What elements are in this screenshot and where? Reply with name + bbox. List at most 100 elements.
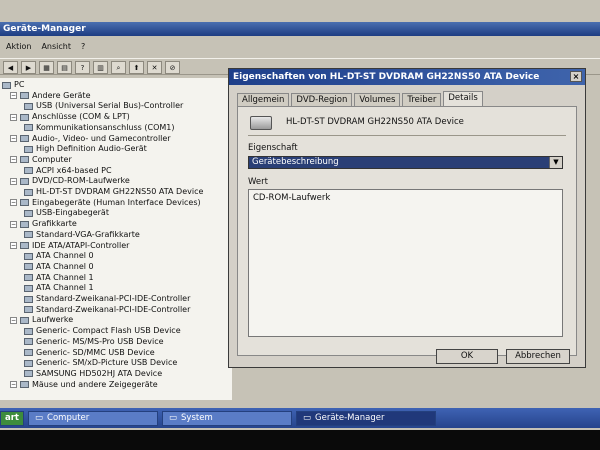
tree-item-label: PC <box>14 80 25 89</box>
tree-device-item[interactable]: ATA Channel 1 <box>24 273 94 283</box>
tree-device-item[interactable]: Generic- SD/MMC USB Device <box>24 348 155 358</box>
tree-item-label: Audio-, Video- und Gamecontroller <box>32 133 171 143</box>
tree-category-item[interactable]: − Laufwerke <box>10 315 73 325</box>
expand-toggle-icon[interactable]: − <box>10 113 17 121</box>
menu-item-aktion[interactable]: Aktion <box>6 40 31 54</box>
back-icon[interactable]: ◀ <box>3 61 18 74</box>
tab-volumes[interactable]: Volumes <box>354 93 401 107</box>
tree-category-item[interactable]: − Mäuse und andere Zeigegeräte <box>10 380 158 390</box>
disable-icon[interactable]: ⊘ <box>165 61 180 74</box>
taskbar-item-label: Geräte-Manager <box>315 412 385 423</box>
device-icon <box>24 252 33 260</box>
tree-device-item[interactable]: SAMSUNG HD502HJ ATA Device <box>24 369 162 379</box>
tree-device-item[interactable]: Standard-Zweikanal-PCI-IDE-Controller <box>24 294 190 304</box>
device-icon <box>24 274 33 282</box>
tree-category-item[interactable]: − DVD/CD-ROM-Laufwerke <box>10 176 130 186</box>
tab-details[interactable]: Details <box>443 91 483 107</box>
menu-bar: Aktion Ansicht ? <box>0 40 600 54</box>
tree-device-item[interactable]: Generic- SM/xD-Picture USB Device <box>24 358 177 368</box>
menu-item-help[interactable]: ? <box>81 40 85 54</box>
value-listbox[interactable]: CD-ROM-Laufwerk <box>248 189 563 337</box>
device-icon <box>20 242 29 249</box>
tree-category-item[interactable]: − IDE ATA/ATAPI-Controller <box>10 241 129 251</box>
uninstall-icon[interactable]: ✕ <box>147 61 162 74</box>
tree-device-item[interactable]: Kommunikationsanschluss (COM1) <box>24 123 174 133</box>
tree-item-label: Computer <box>32 154 72 164</box>
tree-device-item[interactable]: ATA Channel 0 <box>24 262 94 272</box>
device-icon <box>20 135 29 142</box>
expand-toggle-icon[interactable]: − <box>10 92 17 100</box>
taskbar-item-computer[interactable]: ▭ Computer <box>28 410 158 426</box>
expand-toggle-icon[interactable]: − <box>10 199 17 207</box>
list-view-icon[interactable]: ▥ <box>93 61 108 74</box>
device-tree[interactable]: PC − Andere Geräte USB (Universal Serial Bu… <box>0 78 232 400</box>
cancel-button[interactable]: Abbrechen <box>506 349 570 364</box>
tree-category-item[interactable]: − Anschlüsse (COM & LPT) <box>10 112 130 122</box>
tree-device-item[interactable]: ACPI x64-based PC <box>24 166 112 176</box>
expand-toggle-icon[interactable]: − <box>10 381 17 389</box>
list-item[interactable]: CD-ROM-Laufwerk <box>249 190 562 206</box>
device-icon <box>24 306 33 314</box>
property-select[interactable]: Gerätebeschreibung ▼ <box>248 156 563 169</box>
taskbar-item-system[interactable]: ▭ System <box>162 410 292 426</box>
tree-device-item[interactable]: HL-DT-ST DVDRAM GH22NS50 ATA Device <box>24 187 203 197</box>
tree-item-label: Grafikkarte <box>32 219 77 229</box>
chevron-down-icon[interactable]: ▼ <box>549 157 562 168</box>
tree-category-item[interactable]: − Eingabegeräte (Human Interface Devices) <box>10 198 201 208</box>
tree-device-item[interactable]: Generic- Compact Flash USB Device <box>24 326 181 336</box>
tree-item-label: Mäuse und andere Zeigegeräte <box>32 379 158 389</box>
tree-item-label: DVD/CD-ROM-Laufwerke <box>32 176 130 186</box>
tree-item-label: Andere Geräte <box>32 90 91 100</box>
forward-icon[interactable]: ▶ <box>21 61 36 74</box>
tree-device-item[interactable]: ATA Channel 1 <box>24 283 94 293</box>
device-icon <box>24 231 33 239</box>
taskbar-item-label: System <box>181 412 213 423</box>
computer-icon: ▭ <box>35 412 44 423</box>
ok-button[interactable]: OK <box>436 349 498 364</box>
expand-toggle-icon[interactable]: − <box>10 220 17 228</box>
close-icon[interactable]: × <box>570 71 582 82</box>
tab-dvd-region[interactable]: DVD-Region <box>291 93 353 107</box>
tree-category-item[interactable]: − Audio-, Video- und Gamecontroller <box>10 134 171 144</box>
scan-hardware-icon[interactable]: ⌕ <box>111 61 126 74</box>
help-icon[interactable]: ? <box>75 61 90 74</box>
device-icon <box>24 327 33 335</box>
device-icon <box>24 145 33 153</box>
tree-item-label: High Definition Audio-Gerät <box>36 144 147 154</box>
menu-item-ansicht[interactable]: Ansicht <box>41 40 71 54</box>
start-button[interactable]: art <box>0 410 24 426</box>
device-icon <box>24 102 33 110</box>
dvd-drive-icon <box>250 116 272 130</box>
taskbar-item-geraete-manager[interactable]: ▭ Geräte-Manager <box>296 410 436 426</box>
tree-item-label: Standard-Zweikanal-PCI-IDE-Controller <box>36 294 191 303</box>
tree-category-item[interactable]: − Computer <box>10 155 72 165</box>
tree-category-item[interactable]: PC <box>2 80 24 90</box>
tree-category-item[interactable]: − Andere Geräte <box>10 91 91 101</box>
device-icon <box>20 177 29 185</box>
tab-treiber[interactable]: Treiber <box>402 93 442 107</box>
tree-device-item[interactable]: Standard-Zweikanal-PCI-IDE-Controller <box>24 305 190 315</box>
divider <box>248 135 566 136</box>
tree-device-item[interactable]: Generic- MS/MS-Pro USB Device <box>24 337 164 347</box>
tree-device-item[interactable]: Standard-VGA-Grafikkarte <box>24 230 140 240</box>
tree-device-item[interactable]: High Definition Audio-Gerät <box>24 144 147 154</box>
expand-toggle-icon[interactable]: − <box>10 316 17 324</box>
tree-item-label: Anschlüsse (COM & LPT) <box>32 112 130 122</box>
device-icon <box>20 220 29 228</box>
tree-device-item[interactable]: USB (Universal Serial Bus)-Controller <box>24 101 183 111</box>
tree-item-label: USB (Universal Serial Bus)-Controller <box>36 101 184 111</box>
tree-category-item[interactable]: − Grafikkarte <box>10 219 77 229</box>
tree-device-item[interactable]: ATA Channel 0 <box>24 251 94 261</box>
tree-item-label: Eingabegeräte (Human Interface Devices) <box>32 197 201 207</box>
expand-toggle-icon[interactable]: − <box>10 242 17 249</box>
tree-item-label: ATA Channel 1 <box>36 272 94 282</box>
update-driver-icon[interactable]: ⬆ <box>129 61 144 74</box>
expand-toggle-icon[interactable]: − <box>10 135 17 142</box>
tab-allgemein[interactable]: Allgemein <box>237 93 290 107</box>
tree-device-item[interactable]: USB-Eingabegerät <box>24 208 109 218</box>
device-icon <box>24 209 33 217</box>
expand-toggle-icon[interactable]: − <box>10 156 17 164</box>
tree-view-icon[interactable]: ▦ <box>39 61 54 74</box>
properties-icon[interactable]: ▤ <box>57 61 72 74</box>
expand-toggle-icon[interactable]: − <box>10 177 17 185</box>
